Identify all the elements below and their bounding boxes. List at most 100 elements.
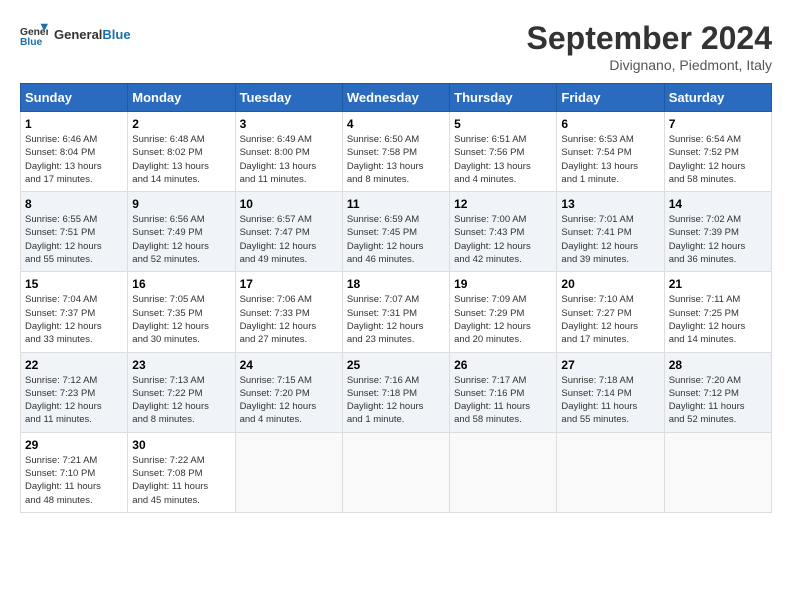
day-info: Sunrise: 7:18 AM Sunset: 7:14 PM Dayligh… — [561, 374, 659, 427]
calendar-cell: 29Sunrise: 7:21 AM Sunset: 7:10 PM Dayli… — [21, 432, 128, 512]
calendar-cell: 23 Sunrise: 7:13 AM Sunset: 7:22 PM Dayli… — [128, 352, 235, 432]
day-info: Sunrise: 7:12 AM Sunset: 7:23 PM Dayligh… — [25, 374, 123, 427]
day-info: Sunrise: 6:59 AM Sunset: 7:45 PM Dayligh… — [347, 213, 445, 266]
day-info: Sunrise: 6:46 AM Sunset: 8:04 PM Dayligh… — [25, 133, 123, 186]
calendar-cell — [235, 432, 342, 512]
calendar-cell: 21 Sunrise: 7:11 AM Sunset: 7:25 PM Dayli… — [664, 272, 771, 352]
day-number: 8 — [25, 197, 123, 211]
day-info: Sunrise: 6:55 AM Sunset: 7:51 PM Dayligh… — [25, 213, 123, 266]
calendar-table: SundayMondayTuesdayWednesdayThursdayFrid… — [20, 83, 772, 513]
calendar-cell: 30 Sunrise: 7:22 AM Sunset: 7:08 PM Dayli… — [128, 432, 235, 512]
calendar-row: 22 Sunrise: 7:12 AM Sunset: 7:23 PM Dayli… — [21, 352, 772, 432]
calendar-cell: 13 Sunrise: 7:01 AM Sunset: 7:41 PM Dayli… — [557, 192, 664, 272]
day-number: 22 — [25, 358, 123, 372]
day-info: Sunrise: 7:04 AM Sunset: 7:37 PM Dayligh… — [25, 293, 123, 346]
calendar-cell: 19 Sunrise: 7:09 AM Sunset: 7:29 PM Dayli… — [450, 272, 557, 352]
page-header: General Blue GeneralBlue September 2024 … — [20, 20, 772, 73]
calendar-cell: 17 Sunrise: 7:06 AM Sunset: 7:33 PM Dayli… — [235, 272, 342, 352]
calendar-cell: 26Sunrise: 7:17 AM Sunset: 7:16 PM Dayli… — [450, 352, 557, 432]
calendar-cell: 27Sunrise: 7:18 AM Sunset: 7:14 PM Dayli… — [557, 352, 664, 432]
day-number: 24 — [240, 358, 338, 372]
calendar-cell: 14 Sunrise: 7:02 AM Sunset: 7:39 PM Dayli… — [664, 192, 771, 272]
day-number: 10 — [240, 197, 338, 211]
calendar-cell — [557, 432, 664, 512]
day-info: Sunrise: 7:13 AM Sunset: 7:22 PM Dayligh… — [132, 374, 230, 427]
calendar-cell — [342, 432, 449, 512]
day-info: Sunrise: 7:11 AM Sunset: 7:25 PM Dayligh… — [669, 293, 767, 346]
day-number: 14 — [669, 197, 767, 211]
day-info: Sunrise: 7:09 AM Sunset: 7:29 PM Dayligh… — [454, 293, 552, 346]
day-number: 21 — [669, 277, 767, 291]
calendar-row: 8 Sunrise: 6:55 AM Sunset: 7:51 PM Daylig… — [21, 192, 772, 272]
day-number: 20 — [561, 277, 659, 291]
calendar-cell: 28 Sunrise: 7:20 AM Sunset: 7:12 PM Dayli… — [664, 352, 771, 432]
day-number: 9 — [132, 197, 230, 211]
col-header-wednesday: Wednesday — [342, 84, 449, 112]
day-number: 13 — [561, 197, 659, 211]
col-header-thursday: Thursday — [450, 84, 557, 112]
day-info: Sunrise: 7:22 AM Sunset: 7:08 PM Dayligh… — [132, 454, 230, 507]
logo-text: GeneralBlue — [54, 27, 131, 42]
day-info: Sunrise: 6:57 AM Sunset: 7:47 PM Dayligh… — [240, 213, 338, 266]
calendar-cell: 10 Sunrise: 6:57 AM Sunset: 7:47 PM Dayli… — [235, 192, 342, 272]
calendar-header-row: SundayMondayTuesdayWednesdayThursdayFrid… — [21, 84, 772, 112]
logo: General Blue GeneralBlue — [20, 20, 131, 48]
col-header-sunday: Sunday — [21, 84, 128, 112]
day-info: Sunrise: 7:07 AM Sunset: 7:31 PM Dayligh… — [347, 293, 445, 346]
day-info: Sunrise: 7:01 AM Sunset: 7:41 PM Dayligh… — [561, 213, 659, 266]
calendar-cell: 7Sunrise: 6:54 AM Sunset: 7:52 PM Daylig… — [664, 112, 771, 192]
calendar-cell — [450, 432, 557, 512]
day-number: 15 — [25, 277, 123, 291]
calendar-cell: 22 Sunrise: 7:12 AM Sunset: 7:23 PM Dayli… — [21, 352, 128, 432]
day-info: Sunrise: 7:15 AM Sunset: 7:20 PM Dayligh… — [240, 374, 338, 427]
day-info: Sunrise: 6:51 AM Sunset: 7:56 PM Dayligh… — [454, 133, 552, 186]
calendar-cell: 20Sunrise: 7:10 AM Sunset: 7:27 PM Dayli… — [557, 272, 664, 352]
calendar-cell: 9 Sunrise: 6:56 AM Sunset: 7:49 PM Daylig… — [128, 192, 235, 272]
day-info: Sunrise: 6:50 AM Sunset: 7:58 PM Dayligh… — [347, 133, 445, 186]
day-info: Sunrise: 7:17 AM Sunset: 7:16 PM Dayligh… — [454, 374, 552, 427]
calendar-cell: 12Sunrise: 7:00 AM Sunset: 7:43 PM Dayli… — [450, 192, 557, 272]
day-info: Sunrise: 6:48 AM Sunset: 8:02 PM Dayligh… — [132, 133, 230, 186]
day-number: 25 — [347, 358, 445, 372]
day-number: 2 — [132, 117, 230, 131]
col-header-monday: Monday — [128, 84, 235, 112]
calendar-cell: 11 Sunrise: 6:59 AM Sunset: 7:45 PM Dayli… — [342, 192, 449, 272]
day-number: 28 — [669, 358, 767, 372]
title-block: September 2024 Divignano, Piedmont, Ital… — [527, 20, 772, 73]
day-number: 17 — [240, 277, 338, 291]
calendar-row: 29Sunrise: 7:21 AM Sunset: 7:10 PM Dayli… — [21, 432, 772, 512]
location: Divignano, Piedmont, Italy — [527, 57, 772, 73]
day-info: Sunrise: 7:06 AM Sunset: 7:33 PM Dayligh… — [240, 293, 338, 346]
day-info: Sunrise: 7:21 AM Sunset: 7:10 PM Dayligh… — [25, 454, 123, 507]
svg-text:Blue: Blue — [20, 37, 43, 48]
day-number: 30 — [132, 438, 230, 452]
calendar-cell: 16 Sunrise: 7:05 AM Sunset: 7:35 PM Dayli… — [128, 272, 235, 352]
day-number: 12 — [454, 197, 552, 211]
day-info: Sunrise: 7:05 AM Sunset: 7:35 PM Dayligh… — [132, 293, 230, 346]
day-number: 4 — [347, 117, 445, 131]
day-number: 1 — [25, 117, 123, 131]
day-info: Sunrise: 7:20 AM Sunset: 7:12 PM Dayligh… — [669, 374, 767, 427]
calendar-cell: 6Sunrise: 6:53 AM Sunset: 7:54 PM Daylig… — [557, 112, 664, 192]
col-header-saturday: Saturday — [664, 84, 771, 112]
day-number: 18 — [347, 277, 445, 291]
day-number: 3 — [240, 117, 338, 131]
day-number: 19 — [454, 277, 552, 291]
day-info: Sunrise: 6:56 AM Sunset: 7:49 PM Dayligh… — [132, 213, 230, 266]
day-number: 16 — [132, 277, 230, 291]
day-info: Sunrise: 6:49 AM Sunset: 8:00 PM Dayligh… — [240, 133, 338, 186]
calendar-cell: 8 Sunrise: 6:55 AM Sunset: 7:51 PM Daylig… — [21, 192, 128, 272]
calendar-cell: 25 Sunrise: 7:16 AM Sunset: 7:18 PM Dayli… — [342, 352, 449, 432]
calendar-cell: 18 Sunrise: 7:07 AM Sunset: 7:31 PM Dayli… — [342, 272, 449, 352]
calendar-cell — [664, 432, 771, 512]
day-number: 11 — [347, 197, 445, 211]
col-header-friday: Friday — [557, 84, 664, 112]
day-info: Sunrise: 7:16 AM Sunset: 7:18 PM Dayligh… — [347, 374, 445, 427]
day-number: 23 — [132, 358, 230, 372]
col-header-tuesday: Tuesday — [235, 84, 342, 112]
day-number: 5 — [454, 117, 552, 131]
calendar-cell: 4 Sunrise: 6:50 AM Sunset: 7:58 PM Daylig… — [342, 112, 449, 192]
day-info: Sunrise: 7:02 AM Sunset: 7:39 PM Dayligh… — [669, 213, 767, 266]
calendar-cell: 5 Sunrise: 6:51 AM Sunset: 7:56 PM Daylig… — [450, 112, 557, 192]
calendar-row: 1 Sunrise: 6:46 AM Sunset: 8:04 PM Daylig… — [21, 112, 772, 192]
